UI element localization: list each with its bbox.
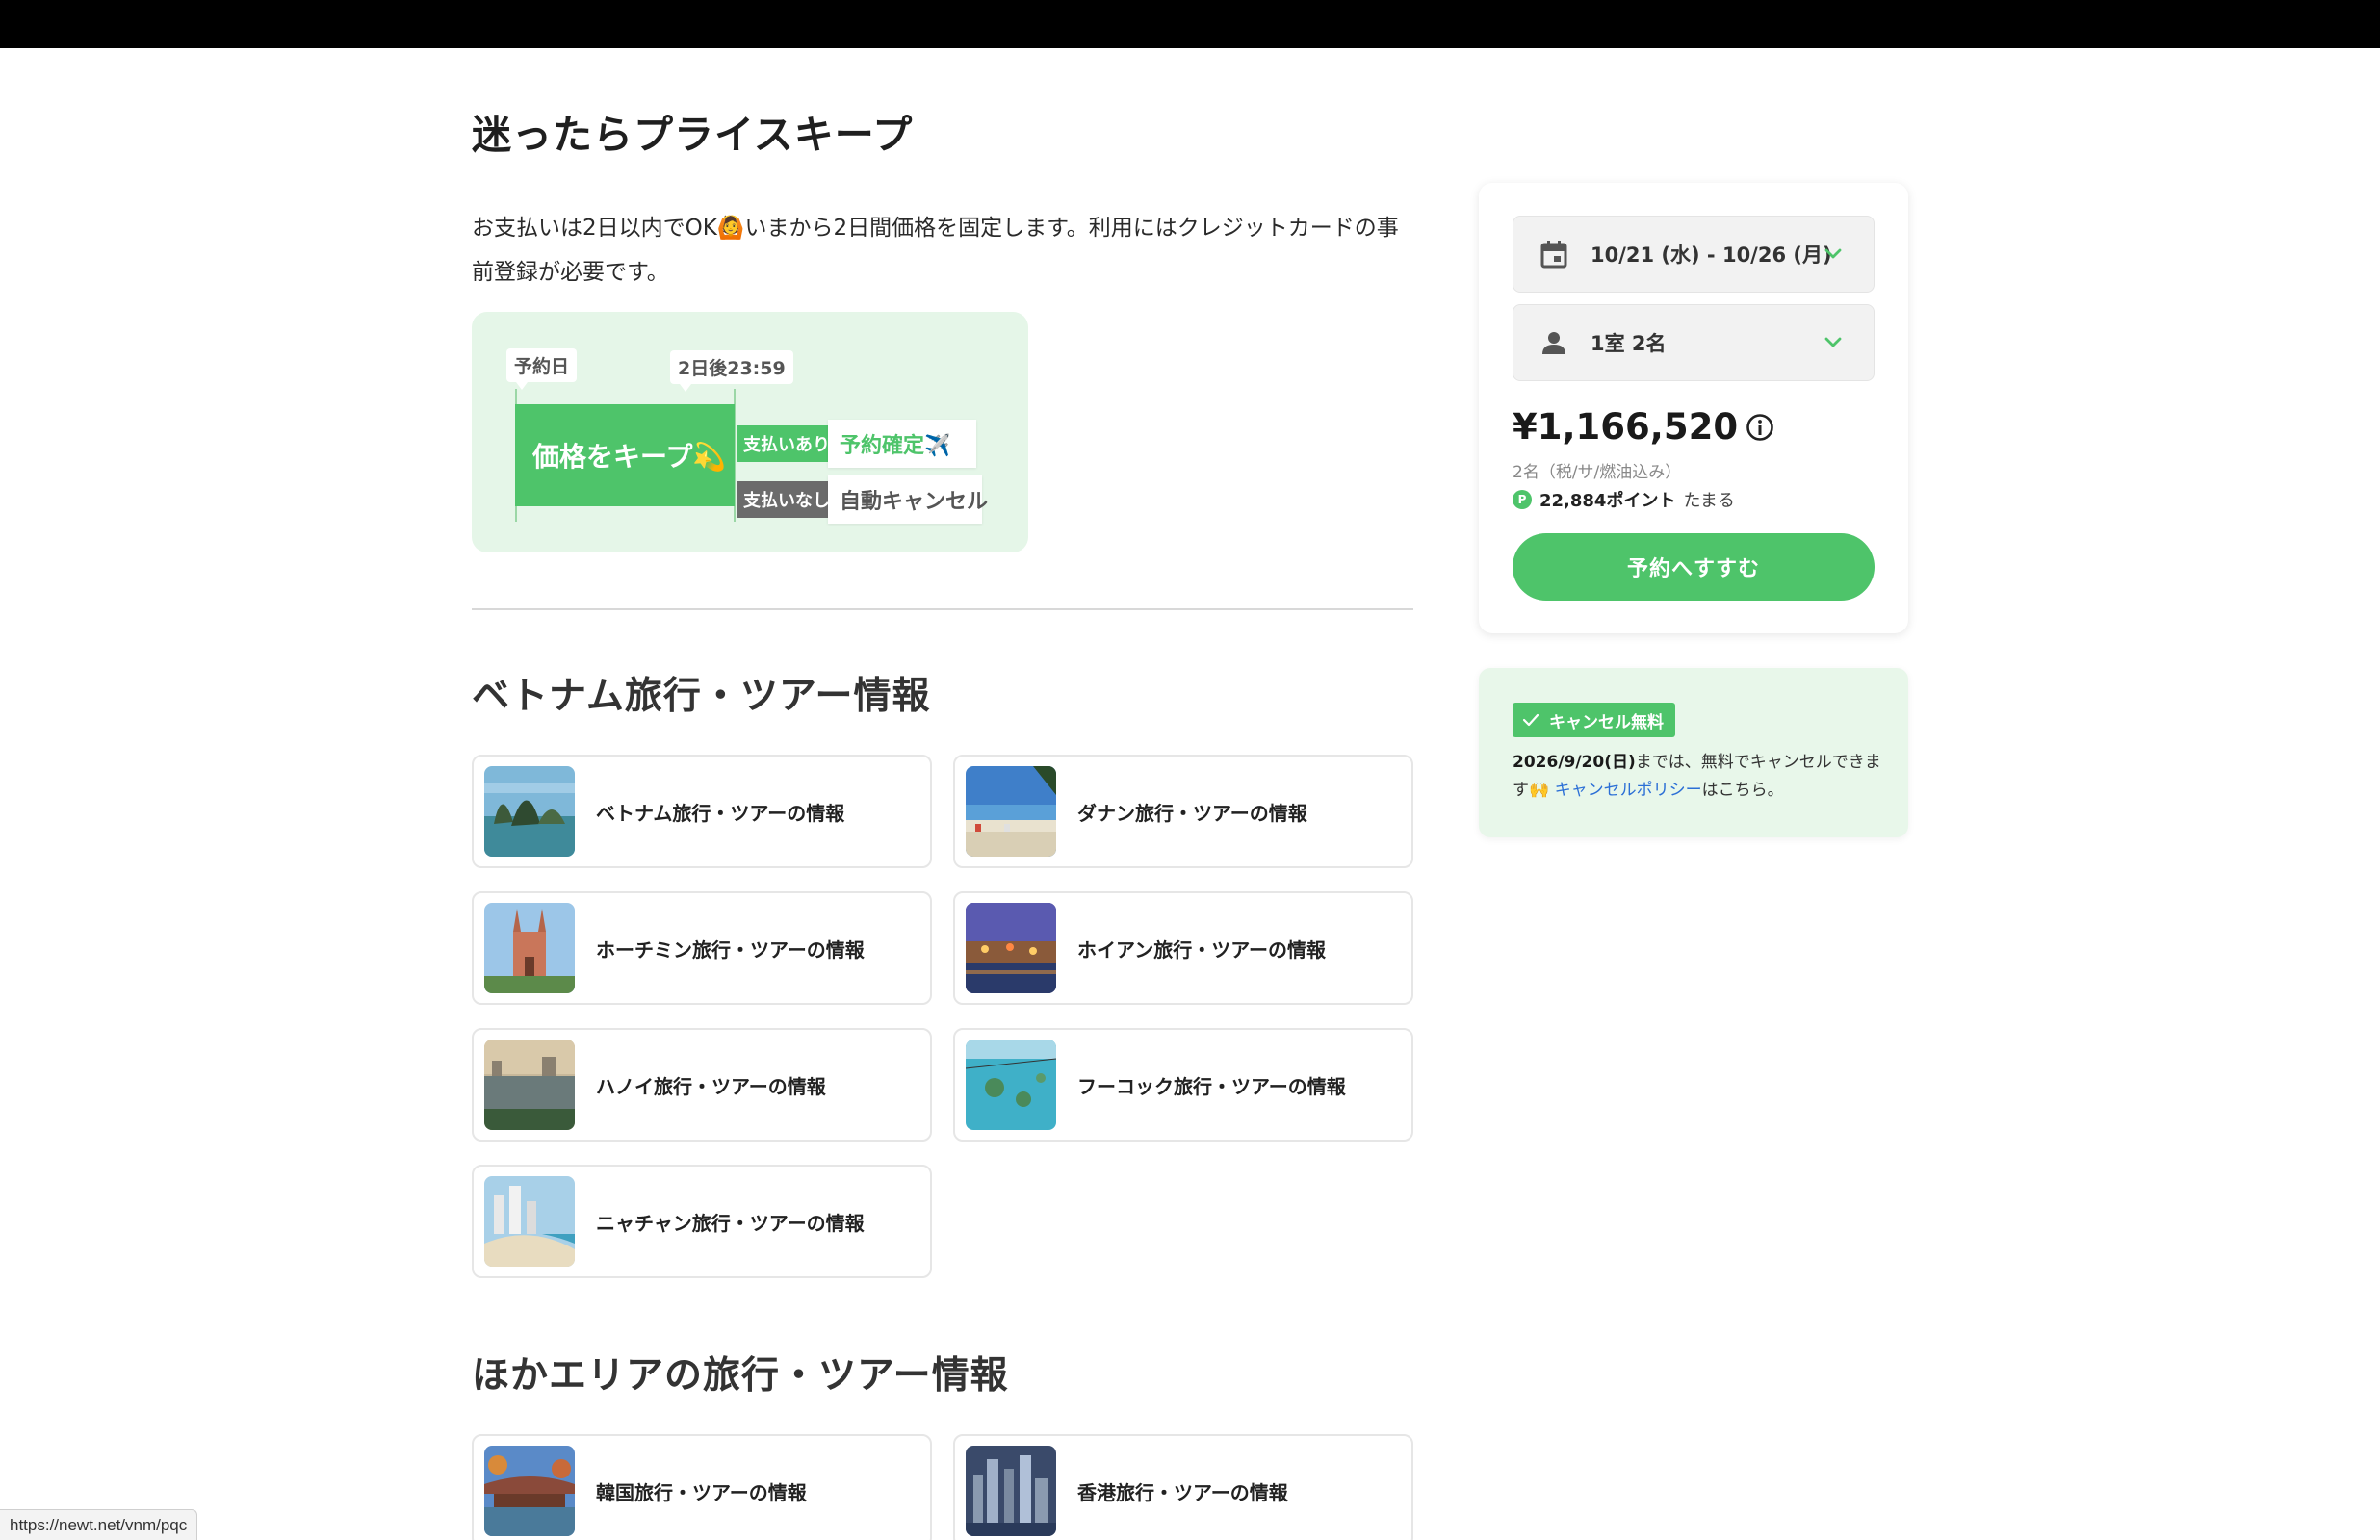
price-keep-diagram: 予約日 2日後23:59 価格をキープ💫 支払いあり 支払いなし 予約確定✈️ … — [472, 312, 1028, 552]
destination-tile-nhatrang[interactable]: ニャチャン旅行・ツアーの情報 — [472, 1165, 932, 1278]
destination-tile-vietnam[interactable]: ベトナム旅行・ツアーの情報 — [472, 755, 932, 868]
nhatrang-thumbnail — [484, 1176, 575, 1267]
phuquoc-thumbnail — [966, 1040, 1056, 1130]
proceed-to-booking-button[interactable]: 予約へすすむ — [1513, 533, 1875, 601]
total-price: ¥1,166,520 — [1513, 406, 1774, 448]
other-areas-section-title: ほかエリアの旅行・ツアー情報 — [472, 1354, 1009, 1398]
cancellation-policy-link[interactable]: キャンセルポリシー — [1555, 781, 1702, 800]
chevron-down-icon — [1824, 248, 1842, 259]
points-icon: P — [1513, 490, 1532, 509]
vietnam-section-title: ベトナム旅行・ツアー情報 — [472, 675, 931, 718]
booking-card: 10/21 (水) - 10/26 (月) 1室 2名 ¥1,166,520 2… — [1479, 183, 1908, 633]
points-suffix: たまる — [1683, 491, 1735, 511]
room-guests-text: 1室 2名 — [1591, 332, 1667, 355]
cancel-text-after: はこちら。 — [1701, 781, 1784, 800]
free-cancel-label: キャンセル無料 — [1549, 712, 1664, 732]
free-cancellation-card: キャンセル無料 2026/9/20(日)までは、無料でキャンセルできます🙌 キャ… — [1479, 668, 1908, 837]
price-note: 2名（税/サ/燃油込み） — [1513, 463, 1682, 482]
destination-tile-danang[interactable]: ダナン旅行・ツアーの情報 — [953, 755, 1413, 868]
tile-label: フーコック旅行・ツアーの情報 — [1077, 1074, 1346, 1098]
deadline-tag: 2日後23:59 — [670, 350, 793, 392]
date-range-text: 10/21 (水) - 10/26 (月) — [1591, 244, 1832, 267]
tile-label: ハノイ旅行・ツアーの情報 — [596, 1074, 826, 1098]
calendar-icon — [1539, 239, 1569, 270]
points-value: 22,884ポイント — [1539, 491, 1676, 511]
section-divider — [472, 608, 1413, 610]
unpaid-arrow: 支払いなし — [737, 481, 845, 518]
points-earned: P 22,884ポイント たまる — [1513, 487, 1735, 512]
auto-cancel-box: 自動キャンセル — [828, 475, 988, 524]
hochiminh-thumbnail — [484, 903, 575, 993]
cancel-deadline: 2026/9/20(日) — [1513, 753, 1636, 772]
paid-arrow: 支払いあり — [737, 425, 845, 462]
destination-tile-hoian[interactable]: ホイアン旅行・ツアーの情報 — [953, 891, 1413, 1005]
destination-tile-hochiminh[interactable]: ホーチミン旅行・ツアーの情報 — [472, 891, 932, 1005]
destination-tile-phuquoc[interactable]: フーコック旅行・ツアーの情報 — [953, 1028, 1413, 1142]
tile-label: 香港旅行・ツアーの情報 — [1077, 1480, 1288, 1504]
info-icon[interactable] — [1746, 413, 1774, 442]
tile-label: ベトナム旅行・ツアーの情報 — [596, 801, 845, 825]
hoian-thumbnail — [966, 903, 1056, 993]
tile-label: 韓国旅行・ツアーの情報 — [596, 1480, 807, 1504]
danang-thumbnail — [966, 766, 1056, 857]
person-icon — [1539, 327, 1569, 358]
hanoi-thumbnail — [484, 1040, 575, 1130]
date-range-select[interactable]: 10/21 (水) - 10/26 (月) — [1513, 216, 1875, 293]
vietnam-thumbnail — [484, 766, 575, 857]
korea-thumbnail — [484, 1446, 575, 1536]
price-value: ¥1,166,520 — [1513, 406, 1739, 448]
check-icon — [1522, 713, 1539, 727]
booking-day-tag: 予約日 — [506, 348, 578, 390]
destination-tile-hongkong[interactable]: 香港旅行・ツアーの情報 — [953, 1434, 1413, 1540]
destination-tile-korea[interactable]: 韓国旅行・ツアーの情報 — [472, 1434, 932, 1540]
status-bar-url: https://newt.net/vnm/pqc — [0, 1509, 198, 1540]
tile-label: ダナン旅行・ツアーの情報 — [1077, 801, 1307, 825]
price-keep-description: お支払いは2日以内でOK🙆いまから2日間価格を固定します。利用にはクレジットカー… — [472, 216, 1399, 285]
room-guests-select[interactable]: 1室 2名 — [1513, 304, 1875, 381]
booking-confirmed-box: 予約確定✈️ — [828, 420, 976, 468]
tile-label: ホーチミン旅行・ツアーの情報 — [596, 937, 865, 962]
destination-tile-hanoi[interactable]: ハノイ旅行・ツアーの情報 — [472, 1028, 932, 1142]
hongkong-thumbnail — [966, 1446, 1056, 1536]
keep-price-bar: 価格をキープ💫 — [515, 404, 735, 506]
tile-label: ホイアン旅行・ツアーの情報 — [1077, 937, 1326, 962]
cancellation-text: 2026/9/20(日)までは、無料でキャンセルできます🙌 キャンセルポリシーは… — [1513, 749, 1883, 805]
free-cancel-badge: キャンセル無料 — [1513, 703, 1675, 737]
browser-top-bar — [0, 0, 2380, 48]
price-keep-title: 迷ったらプライスキープ — [472, 112, 914, 158]
tile-label: ニャチャン旅行・ツアーの情報 — [596, 1211, 865, 1235]
chevron-down-icon — [1824, 337, 1842, 347]
